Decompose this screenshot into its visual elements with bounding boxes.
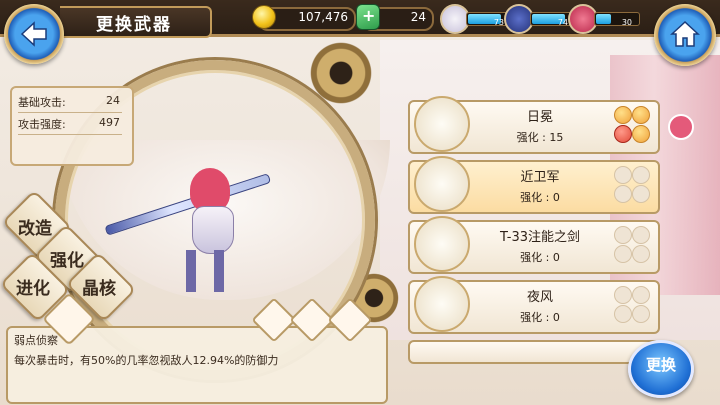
weapon-slots: [612, 106, 652, 144]
team-member-value-1: 73: [493, 18, 504, 27]
weapon-icon: [414, 216, 470, 272]
weapon-slots: [612, 226, 652, 264]
stat-value: 497: [99, 116, 120, 129]
weapon-name: 夜风: [526, 290, 553, 305]
team-member-value-3: 30: [621, 18, 632, 27]
weapon-icon: [414, 276, 470, 332]
stat-base-attack: 基础攻击: 24: [16, 90, 126, 110]
weapon-name: 日冕: [526, 110, 553, 125]
stat-label: 攻击强度:: [18, 118, 66, 131]
back-button[interactable]: [4, 4, 64, 64]
gold-coin-icon: [252, 5, 276, 29]
weapon-slots: [612, 286, 652, 324]
gold-amount: 107,476: [298, 10, 348, 24]
weapon-card-5-partial[interactable]: [408, 340, 660, 364]
weapon-enhance-level: 强化 : 0: [520, 191, 560, 204]
character-legs: [178, 250, 234, 292]
weapon-icon: [414, 96, 470, 152]
back-arrow-icon: [20, 21, 47, 47]
divider: [18, 134, 122, 135]
stat-label: 基础攻击:: [18, 96, 66, 109]
skill-description: 每次暴击时，有50%的几率忽视敌人12.94%的防御力: [14, 354, 279, 367]
gem-plus-icon[interactable]: +: [356, 4, 380, 30]
weapon-slots: [612, 166, 652, 204]
modify-button-label: 改造: [18, 219, 52, 239]
evolve-button-label: 进化: [16, 279, 50, 299]
character-body: [192, 206, 234, 254]
stat-value: 24: [106, 94, 120, 107]
weapon-icon: [414, 156, 470, 212]
gem-amount: 24: [410, 10, 426, 24]
page-title: 更换武器: [96, 15, 172, 35]
skill-name: 弱点侦察: [14, 334, 58, 347]
crystal-button-label: 晶核: [82, 279, 116, 299]
team-member-value-2: 74: [557, 18, 568, 27]
weapon-name: 近卫军: [520, 170, 560, 185]
home-button[interactable]: [654, 4, 716, 66]
replace-weapon-button-label: 更换: [645, 356, 676, 374]
weapon-name: T-33注能之剑: [500, 230, 580, 245]
equipped-character-avatar: [668, 114, 694, 140]
stat-attack-strength: 攻击强度: 497: [16, 112, 126, 132]
weapon-enhance-level: 强化 : 0: [520, 251, 560, 264]
home-icon: [670, 20, 700, 47]
weapon-enhance-level: 强化 : 0: [520, 311, 560, 324]
weapon-enhance-level: 强化 : 15: [516, 131, 564, 144]
